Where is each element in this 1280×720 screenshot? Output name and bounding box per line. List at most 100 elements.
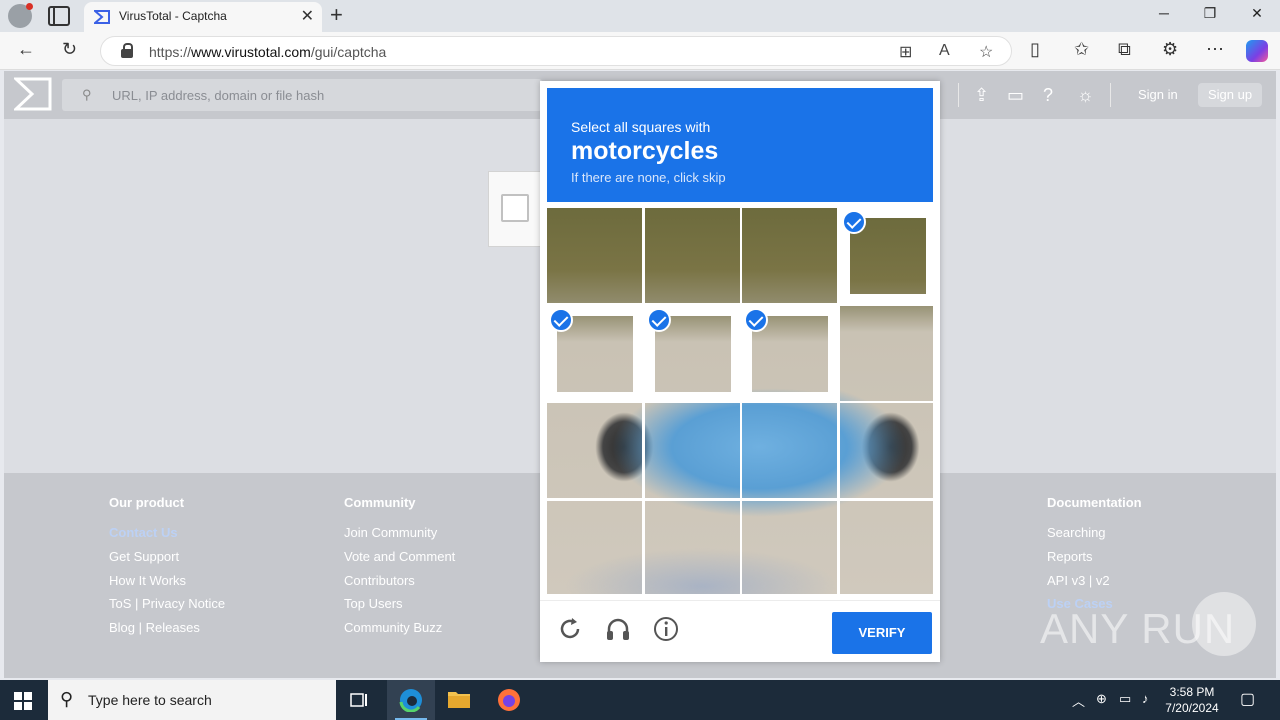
captcha-tile[interactable] [742, 305, 838, 401]
footer-column-community: Community Join Community Vote and Commen… [344, 495, 455, 644]
back-icon[interactable]: ← [17, 39, 35, 60]
favorite-star-icon[interactable]: ☆ [979, 42, 993, 62]
footer-link[interactable]: Contributors [344, 573, 455, 597]
tray-expand-icon[interactable]: ︿ [1072, 691, 1085, 710]
captcha-tile[interactable] [644, 403, 740, 499]
footer-link[interactable]: How It Works [109, 573, 225, 597]
footer-link[interactable]: Community Buzz [344, 620, 455, 644]
task-view-icon[interactable] [336, 680, 384, 720]
captcha-prompt: Select all squares with motorcycles If t… [547, 88, 933, 202]
search-icon: ⚲ [60, 689, 74, 709]
browser-nav-bar: ← ↻ https://www.virustotal.com/gui/captc… [0, 32, 1280, 70]
captcha-tile[interactable] [547, 208, 642, 303]
captcha-tile-image [840, 501, 933, 594]
captcha-tile[interactable] [742, 208, 838, 303]
footer-link[interactable]: Contact Us [109, 525, 225, 549]
captcha-tile[interactable] [840, 208, 933, 303]
footer-link[interactable]: ToS | Privacy Notice [109, 596, 225, 620]
minimize-icon[interactable]: ─ [1141, 5, 1187, 21]
captcha-tile-image [742, 501, 838, 594]
info-icon[interactable] [652, 615, 680, 643]
footer-link[interactable]: Join Community [344, 525, 455, 549]
tab-actions-icon[interactable] [48, 6, 70, 26]
verify-button[interactable]: VERIFY [832, 612, 932, 654]
captcha-tile[interactable] [644, 208, 740, 303]
captcha-tile[interactable] [644, 305, 740, 401]
captcha-tile[interactable] [547, 305, 642, 401]
edge-taskbar-icon[interactable] [387, 680, 435, 720]
captcha-tile[interactable] [547, 501, 642, 594]
captcha-tile-image [742, 403, 838, 499]
close-window-icon[interactable]: ✕ [1234, 5, 1280, 22]
search-icon: ⚲ [82, 87, 92, 102]
clock-date: 7/20/2024 [1165, 701, 1219, 715]
notifications-icon[interactable]: ▭ [1007, 85, 1024, 106]
app-available-icon[interactable]: ⊞ [899, 42, 912, 62]
volume-icon[interactable]: ♪ [1142, 691, 1149, 706]
captcha-tile[interactable] [840, 403, 933, 499]
more-menu-icon[interactable]: ⋯ [1206, 39, 1224, 60]
windows-start-icon[interactable] [14, 692, 32, 710]
anyrun-watermark: ANY RUN [1040, 605, 1236, 652]
tray-app-icon[interactable]: ⊕ [1096, 691, 1107, 707]
profile-avatar[interactable] [8, 3, 33, 28]
network-icon[interactable]: ▭ [1119, 691, 1131, 707]
captcha-tile[interactable] [547, 403, 642, 499]
copilot-icon[interactable] [1246, 40, 1268, 62]
captcha-tile-image [840, 403, 933, 499]
captcha-tile-image [644, 208, 740, 303]
captcha-tile-image [644, 403, 740, 499]
footer-link[interactable]: Get Support [109, 549, 225, 573]
footer-link[interactable]: Blog | Releases [109, 620, 225, 644]
notification-center-icon[interactable]: ▢ [1240, 689, 1255, 709]
tile-selected-check-icon [549, 307, 573, 332]
header-divider [1110, 83, 1111, 107]
footer-link[interactable]: Reports [1047, 549, 1142, 573]
sign-up-button[interactable]: Sign up [1198, 83, 1262, 107]
file-explorer-icon[interactable] [435, 680, 483, 720]
captcha-tile[interactable] [644, 501, 740, 594]
taskbar-search-placeholder: Type here to search [88, 692, 212, 708]
lock-icon [121, 43, 133, 58]
captcha-tile[interactable] [840, 501, 933, 594]
refresh-icon[interactable] [556, 615, 584, 643]
firefox-icon[interactable] [485, 680, 533, 720]
footer-link[interactable]: Top Users [344, 596, 455, 620]
virustotal-favicon-icon [94, 10, 110, 24]
read-aloud-icon[interactable]: A [939, 42, 950, 60]
captcha-hint: If there are none, click skip [571, 170, 726, 185]
tab-close-icon[interactable]: ✕ [301, 6, 314, 26]
footer-link[interactable]: Searching [1047, 525, 1142, 549]
taskbar-clock[interactable]: 3:58 PM 7/20/2024 [1160, 684, 1224, 716]
sign-in-link[interactable]: Sign in [1138, 87, 1178, 102]
favorites-icon[interactable]: ✩ [1074, 39, 1089, 60]
captcha-tile[interactable] [742, 501, 838, 594]
extensions-icon[interactable]: ⚙ [1162, 39, 1178, 60]
footer-heading: Community [344, 495, 416, 510]
vt-search-placeholder: URL, IP address, domain or file hash [112, 88, 325, 103]
taskbar-search-input[interactable]: ⚲ Type here to search [48, 680, 336, 720]
refresh-icon[interactable]: ↻ [62, 39, 77, 60]
browser-tab[interactable]: VirusTotal - Captcha ✕ [84, 2, 322, 32]
captcha-tile[interactable] [840, 305, 933, 401]
theme-toggle-icon[interactable]: ☼ [1077, 85, 1094, 106]
audio-headphones-icon[interactable] [604, 615, 632, 643]
captcha-tile[interactable] [742, 403, 838, 499]
new-tab-icon[interactable]: + [330, 2, 343, 28]
captcha-tile-image [547, 208, 642, 303]
help-icon[interactable]: ? [1043, 85, 1053, 106]
address-bar[interactable]: https://www.virustotal.com/gui/captcha ⊞… [100, 36, 1012, 66]
footer-link[interactable]: API v3 | v2 [1047, 573, 1142, 597]
footer-link[interactable]: Vote and Comment [344, 549, 455, 573]
captcha-tile-image [644, 501, 740, 594]
footer-heading: Our product [109, 495, 185, 510]
vt-search-input[interactable]: ⚲ URL, IP address, domain or file hash [62, 79, 542, 111]
footer-heading: Documentation [1047, 495, 1142, 510]
footer-column-documentation: Documentation Searching Reports API v3 |… [1047, 495, 1142, 620]
collections-icon[interactable]: ⧉ [1118, 39, 1131, 60]
virustotal-logo-icon[interactable] [14, 77, 52, 111]
captcha-checkbox[interactable] [501, 194, 529, 222]
split-screen-icon[interactable]: ▯ [1030, 39, 1040, 60]
maximize-icon[interactable]: ❐ [1187, 5, 1233, 22]
upload-icon[interactable]: ⇪ [974, 85, 989, 106]
